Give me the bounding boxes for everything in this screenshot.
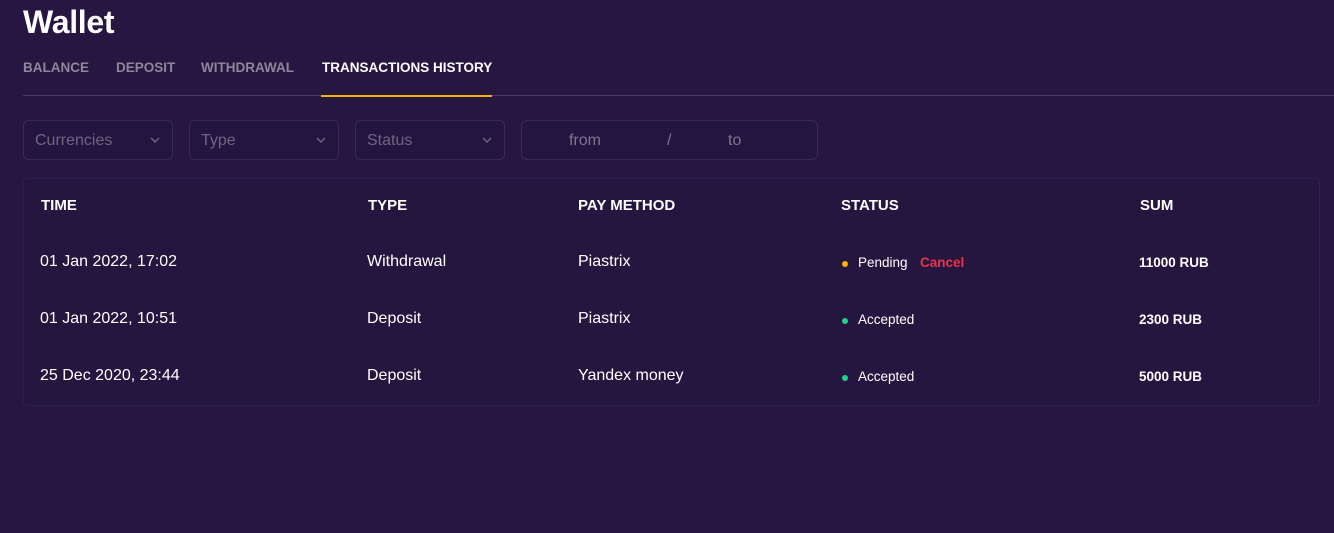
transactions-table: TIME TYPE PAY METHOD STATUS SUM 01 Jan 2…	[23, 178, 1320, 406]
row-sum: 11000 RUB	[1139, 255, 1209, 270]
row-type: Withdrawal	[367, 253, 447, 270]
wallet-tabs: BALANCE DEPOSIT WITHDRAWAL TRANSACTIONS …	[23, 60, 1334, 97]
row-time: 01 Jan 2022, 17:02	[40, 253, 178, 270]
type-select-label: Type	[201, 132, 236, 149]
row-status: Accepted	[858, 312, 915, 327]
status-select-label: Status	[367, 132, 413, 149]
table-row: 01 Jan 2022, 17:02 Withdrawal Piastrix P…	[24, 235, 1319, 292]
status-dot-icon	[842, 375, 848, 381]
row-pay-method: Piastrix	[578, 253, 631, 270]
wallet-page: Wallet BALANCE DEPOSIT WITHDRAWAL TRANSA…	[0, 0, 1334, 533]
column-header-type: TYPE	[368, 197, 408, 214]
chevron-down-icon	[316, 137, 326, 143]
row-sum: 5000 RUB	[1139, 369, 1203, 384]
date-range-input[interactable]: from / to	[521, 120, 818, 160]
column-header-pay-method: PAY METHOD	[578, 197, 676, 214]
row-time: 01 Jan 2022, 10:51	[40, 310, 178, 327]
date-from-input[interactable]: from	[569, 132, 601, 150]
date-to-input[interactable]: to	[728, 132, 741, 150]
table-row: 25 Dec 2020, 23:44 Deposit Yandex money …	[24, 349, 1319, 406]
row-status: Accepted	[858, 369, 915, 384]
row-pay-method: Yandex money	[578, 367, 684, 384]
table-row: 01 Jan 2022, 10:51 Deposit Piastrix Acce…	[24, 292, 1319, 349]
currencies-select-label: Currencies	[35, 132, 113, 149]
tab-balance[interactable]: BALANCE	[23, 60, 89, 96]
row-time: 25 Dec 2020, 23:44	[40, 367, 180, 384]
type-select[interactable]: Type	[189, 120, 339, 160]
row-type: Deposit	[367, 310, 422, 327]
column-header-sum: SUM	[1140, 197, 1174, 214]
date-separator: /	[667, 132, 672, 149]
chevron-down-icon	[150, 137, 160, 143]
cancel-button[interactable]: Cancel	[920, 255, 964, 270]
column-header-time: TIME	[41, 197, 77, 214]
tab-withdrawal[interactable]: WITHDRAWAL	[201, 60, 294, 96]
status-select[interactable]: Status	[355, 120, 505, 160]
chevron-down-icon	[482, 137, 492, 143]
row-sum: 2300 RUB	[1139, 312, 1203, 327]
currencies-select[interactable]: Currencies	[23, 120, 173, 160]
row-type: Deposit	[367, 367, 422, 384]
page-title: Wallet	[23, 4, 115, 40]
column-header-status: STATUS	[841, 197, 899, 214]
row-status: Pending	[858, 255, 908, 270]
status-dot-icon	[842, 261, 848, 267]
status-dot-icon	[842, 318, 848, 324]
tab-transactions-history[interactable]: TRANSACTIONS HISTORY	[320, 60, 493, 97]
tab-deposit[interactable]: DEPOSIT	[116, 60, 175, 96]
row-pay-method: Piastrix	[578, 310, 631, 327]
